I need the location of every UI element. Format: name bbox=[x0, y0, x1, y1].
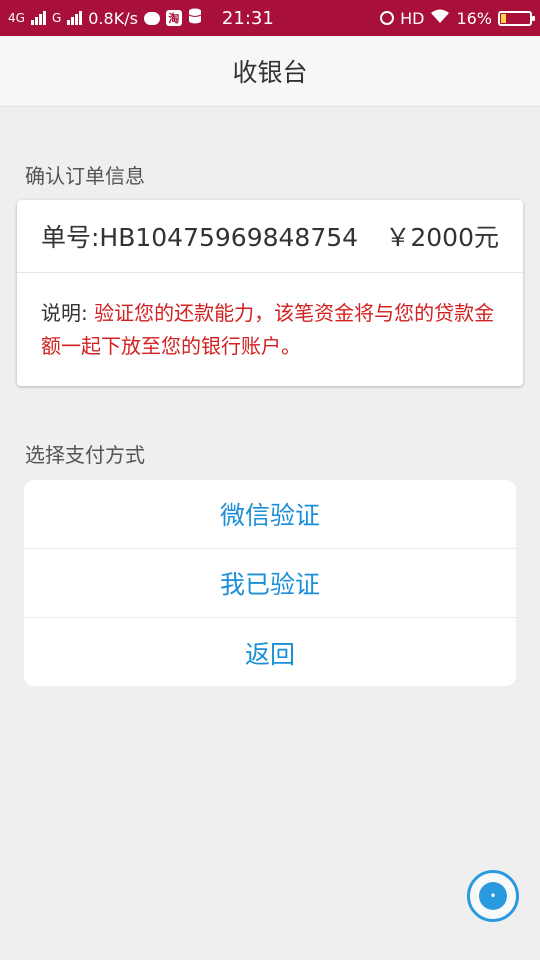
order-number: 单号:HB10475969848754 bbox=[41, 223, 359, 252]
payment-options-card: 微信验证 我已验证 返回 bbox=[24, 480, 516, 686]
hd-label: HD bbox=[400, 8, 425, 28]
already-verified-button[interactable]: 我已验证 bbox=[24, 549, 516, 618]
battery-percent: 16% bbox=[456, 8, 492, 28]
network-g-label: G bbox=[51, 11, 62, 25]
alarm-icon bbox=[380, 11, 395, 25]
status-right: HD 16% bbox=[380, 8, 535, 28]
wifi-icon bbox=[430, 8, 450, 28]
signal-icon bbox=[67, 11, 83, 25]
order-section-label: 确认订单信息 bbox=[25, 164, 145, 188]
order-description: 说明: 验证您的还款能力，该笔资金将与您的贷款金额一起下放至您的银行账户。 bbox=[17, 273, 523, 363]
page-title: 收银台 bbox=[232, 58, 308, 87]
chat-bubble-icon bbox=[143, 11, 160, 25]
assistant-dot-icon: • bbox=[479, 882, 507, 910]
page-title-bar: 收银台 bbox=[0, 36, 540, 107]
network-4g-label: 4G bbox=[8, 11, 25, 25]
description-prefix: 说明: bbox=[41, 301, 95, 325]
order-info-card: 单号:HB10475969848754 ￥2000元 说明: 验证您的还款能力，… bbox=[17, 200, 523, 386]
back-button[interactable]: 返回 bbox=[24, 618, 516, 686]
order-summary-row: 单号:HB10475969848754 ￥2000元 bbox=[17, 200, 523, 273]
signal-icon bbox=[30, 11, 46, 25]
clock-time: 21:31 bbox=[221, 7, 274, 29]
database-icon bbox=[188, 8, 202, 28]
wechat-verify-button[interactable]: 微信验证 bbox=[24, 480, 516, 549]
status-bar: 4G G 0.8K/s 淘 21:31 HD 16% bbox=[0, 0, 540, 36]
order-amount: ￥2000元 bbox=[385, 223, 499, 252]
floating-assistant-button[interactable]: • bbox=[467, 870, 519, 922]
network-speed: 0.8K/s bbox=[88, 8, 138, 28]
status-left: 4G G 0.8K/s 淘 21:31 bbox=[8, 8, 274, 29]
battery-icon bbox=[498, 10, 535, 26]
taobao-icon: 淘 bbox=[165, 10, 182, 26]
description-text: 验证您的还款能力，该笔资金将与您的贷款金额一起下放至您的银行账户。 bbox=[41, 301, 495, 358]
payment-section-label: 选择支付方式 bbox=[25, 443, 145, 467]
